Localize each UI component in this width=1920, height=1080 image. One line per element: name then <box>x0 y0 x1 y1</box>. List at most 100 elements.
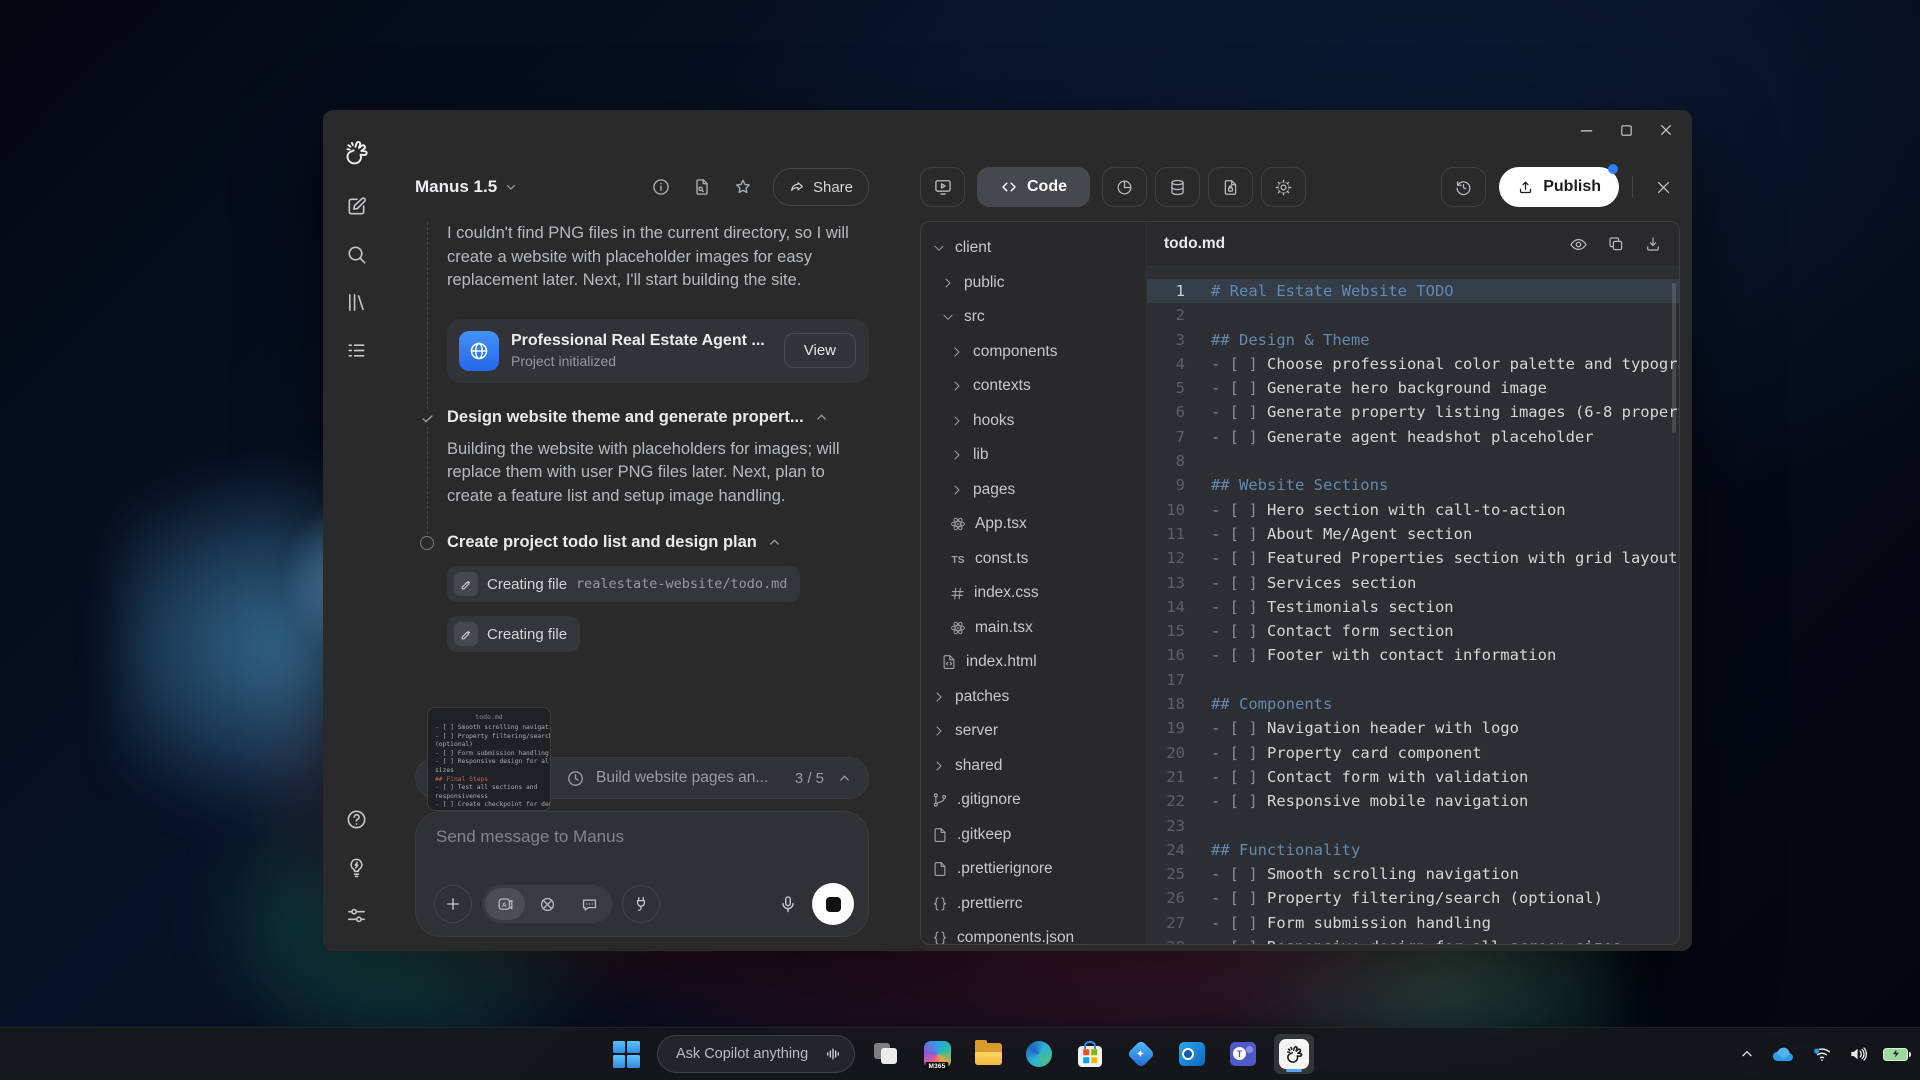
editor-scrollbar[interactable] <box>1672 283 1676 433</box>
manus-logo-icon[interactable] <box>336 132 376 172</box>
creating-file-pill[interactable]: Creating file <box>447 616 580 652</box>
help-icon[interactable] <box>336 799 376 839</box>
taskbar-search[interactable] <box>657 1035 855 1073</box>
tree-item-components[interactable]: components <box>921 335 1146 370</box>
attach-plus-button[interactable] <box>434 885 472 923</box>
effort-mode-button[interactable] <box>527 888 567 920</box>
step-title[interactable]: Create project todo list and design plan <box>447 533 869 552</box>
chevron-up-icon[interactable] <box>837 771 852 786</box>
connectors-button[interactable] <box>622 885 660 923</box>
tree-item-public[interactable]: public <box>921 266 1146 301</box>
tree-item-prettierignore[interactable]: .prettierignore <box>921 852 1146 887</box>
tree-item-lib[interactable]: lib <box>921 438 1146 473</box>
new-task-icon[interactable] <box>336 186 376 226</box>
tree-item-src[interactable]: src <box>921 300 1146 335</box>
star-icon[interactable] <box>733 177 753 197</box>
tree-item-server[interactable]: server <box>921 714 1146 749</box>
publish-button[interactable]: Publish <box>1499 167 1619 207</box>
close-panel-icon[interactable] <box>1646 170 1680 204</box>
editor-header-icons <box>1569 235 1662 254</box>
manus-app-taskbar[interactable] <box>1274 1034 1314 1074</box>
chat-column: Manus 1.5 Share <box>389 110 889 951</box>
preview-eye-icon[interactable] <box>1569 235 1588 254</box>
voice-waveform-icon[interactable] <box>824 1045 842 1063</box>
tree-item-index-html[interactable]: index.html <box>921 645 1146 680</box>
tree-item-gitkeep[interactable]: .gitkeep <box>921 818 1146 853</box>
current-task-label: Build website pages an... <box>596 769 768 787</box>
step-title[interactable]: Design website theme and generate proper… <box>447 408 869 427</box>
tree-item-prettierrc[interactable]: .prettierrc <box>921 887 1146 922</box>
tree-item-patches[interactable]: patches <box>921 680 1146 715</box>
tree-item-components-json[interactable]: components.json <box>921 921 1146 945</box>
tasks-list-icon[interactable] <box>336 330 376 370</box>
outlook-app[interactable] <box>1172 1034 1212 1074</box>
notification-dot <box>1608 164 1618 174</box>
message-input[interactable] <box>434 826 854 848</box>
view-button[interactable]: View <box>784 333 856 368</box>
tree-item-contexts[interactable]: contexts <box>921 369 1146 404</box>
hidden-icons-chevron[interactable] <box>1739 1046 1755 1062</box>
code-view-tab[interactable]: Code <box>977 167 1090 207</box>
teams-app[interactable]: T <box>1223 1034 1263 1074</box>
line-number: 9 <box>1147 473 1203 497</box>
window-maximize-button[interactable] <box>1606 114 1646 146</box>
editor-line-3: 3## Design & Theme <box>1147 328 1679 352</box>
tree-item-gitignore[interactable]: .gitignore <box>921 783 1146 818</box>
wifi-vpn-icon[interactable] <box>1811 1045 1833 1063</box>
knowledge-doc-icon[interactable] <box>692 177 712 197</box>
agent-mode-button[interactable]: A <box>485 888 525 920</box>
battery-icon[interactable] <box>1883 1048 1908 1061</box>
volume-icon[interactable] <box>1848 1045 1868 1063</box>
code-icon <box>1000 178 1018 196</box>
tree-item-client[interactable]: client <box>921 231 1146 266</box>
usage-pie-button[interactable] <box>1102 167 1147 207</box>
stop-generation-button[interactable] <box>812 883 854 925</box>
chevron-right-icon <box>949 447 965 463</box>
file-explorer-app[interactable] <box>968 1034 1008 1074</box>
copilot-search-input[interactable] <box>674 1045 816 1063</box>
line-content: # Real Estate Website TODO <box>1203 279 1454 303</box>
message-composer: A <box>415 811 869 937</box>
microsoft-store-app[interactable] <box>1070 1034 1110 1074</box>
editor-content[interactable]: 1# Real Estate Website TODO23## Design &… <box>1147 267 1679 945</box>
history-button[interactable] <box>1441 167 1486 207</box>
tree-item-const-ts[interactable]: TSconst.ts <box>921 542 1146 577</box>
tree-item-index-css[interactable]: index.css <box>921 576 1146 611</box>
secure-files-button[interactable] <box>1208 167 1253 207</box>
project-card-title: Professional Real Estate Agent ... <box>511 332 765 350</box>
line-content <box>1203 303 1211 327</box>
copilot-app[interactable]: ✦ <box>1121 1034 1161 1074</box>
m365-copilot-app[interactable]: M365 <box>917 1034 957 1074</box>
whats-new-icon[interactable] <box>336 847 376 887</box>
todo-file-thumbnail[interactable]: todo.md - [ ] Smooth scrolling navigatio… <box>427 707 551 811</box>
microphone-icon[interactable] <box>774 894 802 914</box>
tree-item-shared[interactable]: shared <box>921 749 1146 784</box>
session-title[interactable]: Manus 1.5 <box>415 177 518 197</box>
tree-item-label: contexts <box>973 377 1031 395</box>
gear-icon-button[interactable] <box>1261 167 1306 207</box>
search-icon[interactable] <box>336 234 376 274</box>
task-view-button[interactable] <box>866 1034 906 1074</box>
creating-file-pill[interactable]: Creating file realestate-website/todo.md <box>447 566 800 602</box>
share-button[interactable]: Share <box>773 168 869 206</box>
window-minimize-button[interactable] <box>1566 114 1606 146</box>
tree-item-label: index.css <box>974 584 1039 602</box>
tree-item-main-tsx[interactable]: main.tsx <box>921 611 1146 646</box>
edge-app[interactable] <box>1019 1034 1059 1074</box>
pending-circle-icon <box>420 536 434 550</box>
tree-item-hooks[interactable]: hooks <box>921 404 1146 439</box>
line-content: - [ ] Property card component <box>1203 741 1482 765</box>
chat-mode-button[interactable] <box>569 888 609 920</box>
copy-icon[interactable] <box>1607 235 1625 254</box>
tree-item-pages[interactable]: pages <box>921 473 1146 508</box>
library-icon[interactable] <box>336 282 376 322</box>
onedrive-icon[interactable] <box>1770 1045 1796 1063</box>
start-button[interactable] <box>606 1034 646 1074</box>
settings-sliders-icon[interactable] <box>336 895 376 935</box>
preview-monitor-button[interactable] <box>920 167 965 207</box>
tree-item-App-tsx[interactable]: App.tsx <box>921 507 1146 542</box>
download-icon[interactable] <box>1644 235 1662 254</box>
database-button[interactable] <box>1155 167 1200 207</box>
window-close-button[interactable] <box>1646 114 1686 146</box>
info-icon[interactable] <box>651 177 671 197</box>
